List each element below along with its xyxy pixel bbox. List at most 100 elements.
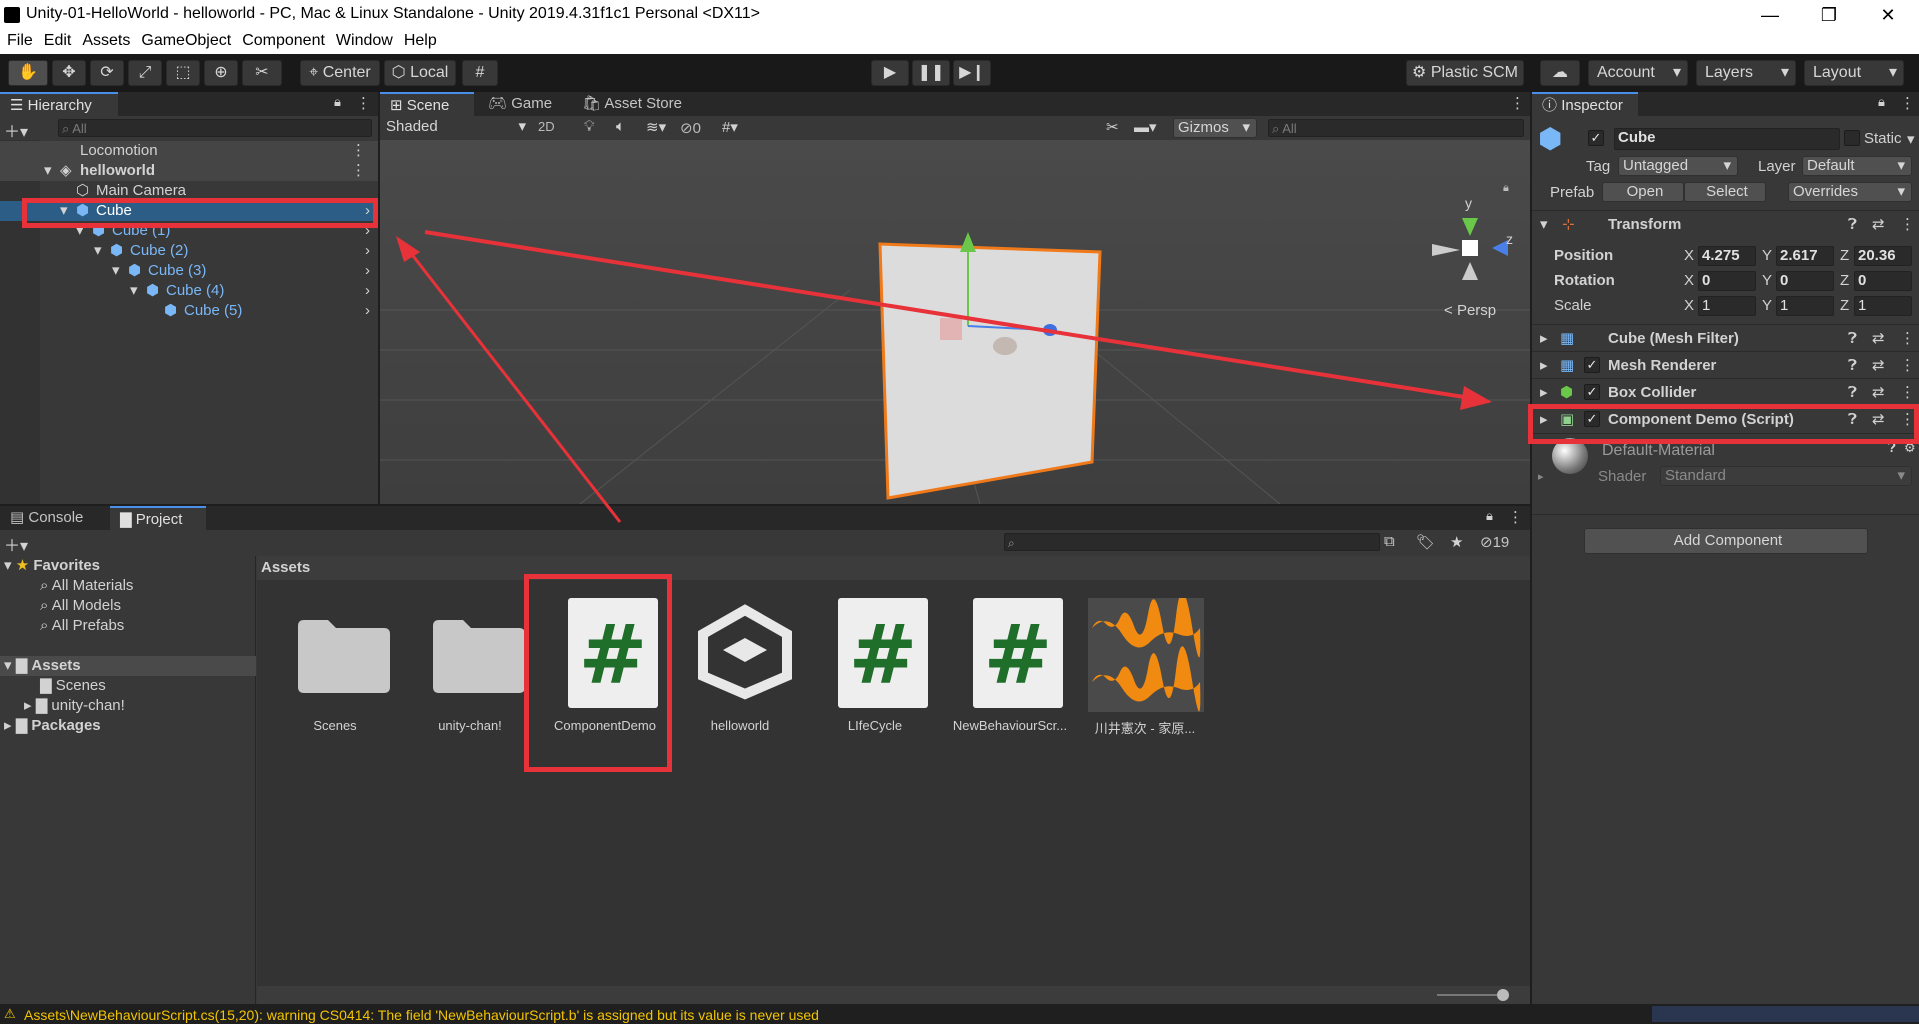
more-icon[interactable]: ⋮ bbox=[1900, 211, 1915, 238]
hierarchy-item-locomotion[interactable]: Locomotion ⋮ bbox=[0, 141, 378, 161]
lock-icon[interactable]: 🔒︎ bbox=[1486, 508, 1493, 524]
rotation-x-field[interactable]: 0 bbox=[1698, 271, 1756, 291]
lock-icon[interactable]: 🔒︎ bbox=[334, 94, 341, 110]
status-bar[interactable]: ⚠ Assets\NewBehaviourScript.cs(15,20): w… bbox=[0, 1004, 1919, 1024]
favorite-all-prefabs[interactable]: ⌕ All Prefabs bbox=[40, 616, 124, 636]
custom-tool-icon[interactable]: ✂ bbox=[242, 60, 282, 86]
gizmos-dropdown[interactable]: Gizmos ▾ bbox=[1173, 118, 1257, 138]
presets-icon[interactable]: ⇄ bbox=[1872, 211, 1885, 238]
transform-tool-icon[interactable]: ⊕ bbox=[204, 60, 238, 86]
expand-arrow-icon[interactable]: ▾ bbox=[130, 281, 138, 301]
tag-dropdown[interactable]: Untagged ▾ bbox=[1618, 156, 1738, 176]
favorite-star-icon[interactable]: ★ bbox=[1450, 533, 1463, 551]
menu-component[interactable]: Component bbox=[235, 30, 325, 50]
tree-scenes[interactable]: ▇ Scenes bbox=[40, 676, 106, 696]
create-add-icon[interactable]: ＋▾ bbox=[4, 118, 28, 142]
more-menu-icon[interactable]: ⋮ bbox=[1900, 94, 1915, 112]
space-local-button[interactable]: ⬡ Local bbox=[384, 60, 456, 86]
position-z-field[interactable]: 20.36 bbox=[1854, 246, 1912, 266]
transform-header[interactable]: ▾ ⊹ Transform ❓︎ ⇄ ⋮ bbox=[1532, 210, 1919, 238]
maximize-button[interactable]: ❐ bbox=[1809, 2, 1849, 28]
play-button[interactable]: ▶ bbox=[871, 60, 909, 86]
pause-button[interactable]: ❚❚ bbox=[912, 60, 950, 86]
tree-packages[interactable]: ▸ ▇ Packages bbox=[4, 716, 101, 736]
filter-type-icon[interactable]: ⧉ bbox=[1384, 533, 1395, 550]
help-icon[interactable]: ❓︎ bbox=[1848, 325, 1857, 352]
zoom-slider[interactable] bbox=[1437, 994, 1497, 996]
more-icon[interactable]: ⋮ bbox=[1900, 325, 1915, 352]
hierarchy-search-input[interactable]: ⌕ All bbox=[58, 119, 372, 137]
hidden-objects-toggle[interactable]: ⊘0 bbox=[680, 119, 701, 137]
add-component-button[interactable]: Add Component bbox=[1584, 528, 1868, 554]
scale-x-field[interactable]: 1 bbox=[1698, 296, 1756, 316]
rotation-y-field[interactable]: 0 bbox=[1776, 271, 1834, 291]
mode-2d-toggle[interactable]: 2D bbox=[538, 119, 555, 134]
chevron-right-icon[interactable]: › bbox=[365, 301, 370, 321]
help-icon[interactable]: ❓︎ bbox=[1848, 379, 1857, 406]
scene-viewport[interactable]: y z < Persp 🔒︎ bbox=[380, 140, 1530, 504]
presets-icon[interactable]: ⇄ bbox=[1872, 352, 1885, 379]
zoom-slider-handle[interactable] bbox=[1497, 989, 1509, 1001]
help-icon[interactable]: ❓︎ bbox=[1848, 211, 1857, 238]
tab-inspector[interactable]: ⓘ Inspector bbox=[1532, 92, 1638, 116]
chevron-down-icon[interactable]: ▾ bbox=[1907, 130, 1915, 148]
expand-arrow-icon[interactable]: ▸ bbox=[1540, 379, 1548, 406]
shader-dropdown[interactable]: Standard ▾ bbox=[1660, 466, 1912, 486]
expand-arrow-icon[interactable]: ▾ bbox=[44, 161, 52, 181]
filter-label-icon[interactable]: 🏷︎ bbox=[1416, 533, 1435, 551]
menu-file[interactable]: File bbox=[0, 30, 33, 50]
layers-dropdown[interactable]: Layers ▾ bbox=[1696, 60, 1796, 86]
lock-icon[interactable]: 🔒︎ bbox=[1878, 94, 1885, 110]
chevron-right-icon[interactable]: › bbox=[365, 261, 370, 281]
expand-arrow-icon[interactable]: ▸ bbox=[1540, 325, 1548, 352]
scale-y-field[interactable]: 1 bbox=[1776, 296, 1834, 316]
grid-toggle-icon[interactable]: #▾ bbox=[722, 118, 738, 136]
hierarchy-item-cube-3[interactable]: ▾ ⬢ Cube (3) › bbox=[0, 261, 378, 281]
project-search-input[interactable]: ⌕ bbox=[1004, 533, 1380, 551]
z-arrow-icon[interactable] bbox=[1043, 324, 1057, 336]
rect-tool-icon[interactable]: ⬚ bbox=[166, 60, 200, 86]
create-add-icon[interactable]: ＋▾ bbox=[4, 532, 28, 556]
expand-arrow-icon[interactable]: ▾ bbox=[4, 657, 12, 674]
audio-icon[interactable]: 🔈︎ bbox=[616, 118, 625, 135]
prefab-open-button[interactable]: Open bbox=[1602, 182, 1684, 202]
layer-dropdown[interactable]: Default ▾ bbox=[1802, 156, 1912, 176]
scale-tool-icon[interactable]: ⤢ bbox=[128, 60, 162, 86]
shading-mode-dropdown[interactable]: Shaded ▾ bbox=[382, 118, 532, 138]
tree-assets[interactable]: ▾ ▇ Assets bbox=[0, 656, 256, 676]
active-checkbox[interactable]: ✓ bbox=[1588, 130, 1604, 146]
hierarchy-item-cube-2[interactable]: ▾ ⬢ Cube (2) › bbox=[0, 241, 378, 261]
effects-icon[interactable]: ≋▾ bbox=[646, 118, 666, 136]
expand-arrow-icon[interactable]: ▾ bbox=[94, 241, 102, 261]
component-box-collider[interactable]: ▸ ⬢ ✓ Box Collider ❓︎ ⇄ ⋮ bbox=[1532, 378, 1919, 405]
expand-arrow-icon[interactable]: ▸ bbox=[1540, 352, 1548, 379]
component-mesh-renderer[interactable]: ▸ ▦ ✓ Mesh Renderer ❓︎ ⇄ ⋮ bbox=[1532, 351, 1919, 378]
object-name-field[interactable]: Cube bbox=[1614, 128, 1840, 150]
lock-icon[interactable]: 🔒︎ bbox=[1503, 182, 1509, 194]
more-menu-icon[interactable]: ⋮ bbox=[356, 94, 371, 112]
more-menu-icon[interactable]: ⋮ bbox=[1510, 94, 1525, 112]
chevron-right-icon[interactable]: › bbox=[365, 241, 370, 261]
selected-cube-mesh[interactable] bbox=[878, 242, 1102, 500]
expand-arrow-icon[interactable]: ▸ bbox=[1538, 470, 1544, 483]
hierarchy-item-cube-5[interactable]: ⬢ Cube (5) › bbox=[0, 301, 378, 321]
close-button[interactable]: ✕ bbox=[1868, 2, 1908, 28]
expand-arrow-icon[interactable]: ▾ bbox=[4, 557, 12, 574]
tab-scene[interactable]: ⊞ Scene bbox=[380, 92, 474, 116]
prefab-select-button[interactable]: Select bbox=[1684, 182, 1766, 202]
tab-game[interactable]: 🎮︎ Game bbox=[478, 92, 568, 116]
pivot-center-button[interactable]: ⌖ Center bbox=[300, 60, 380, 86]
hierarchy-item-cube-4[interactable]: ▾ ⬢ Cube (4) › bbox=[0, 281, 378, 301]
plastic-scm-button[interactable]: ⚙ Plastic SCM bbox=[1406, 60, 1524, 86]
lighting-icon[interactable]: 💡︎ bbox=[584, 118, 595, 135]
favorites-header[interactable]: ▾ ★ Favorites bbox=[4, 556, 100, 576]
hierarchy-item-helloworld[interactable]: ▾ ◈ helloworld ⋮ bbox=[0, 161, 378, 181]
rotation-z-field[interactable]: 0 bbox=[1854, 271, 1912, 291]
perspective-label[interactable]: < Persp bbox=[1444, 302, 1496, 319]
camera-icon[interactable]: ▬▾ bbox=[1134, 118, 1157, 136]
menu-help[interactable]: Help bbox=[397, 30, 437, 50]
rotate-tool-icon[interactable]: ⟳ bbox=[90, 60, 124, 86]
presets-icon[interactable]: ⇄ bbox=[1872, 325, 1885, 352]
static-checkbox[interactable] bbox=[1844, 130, 1860, 146]
component-mesh-filter[interactable]: ▸ ▦ Cube (Mesh Filter) ❓︎ ⇄ ⋮ bbox=[1532, 324, 1919, 351]
